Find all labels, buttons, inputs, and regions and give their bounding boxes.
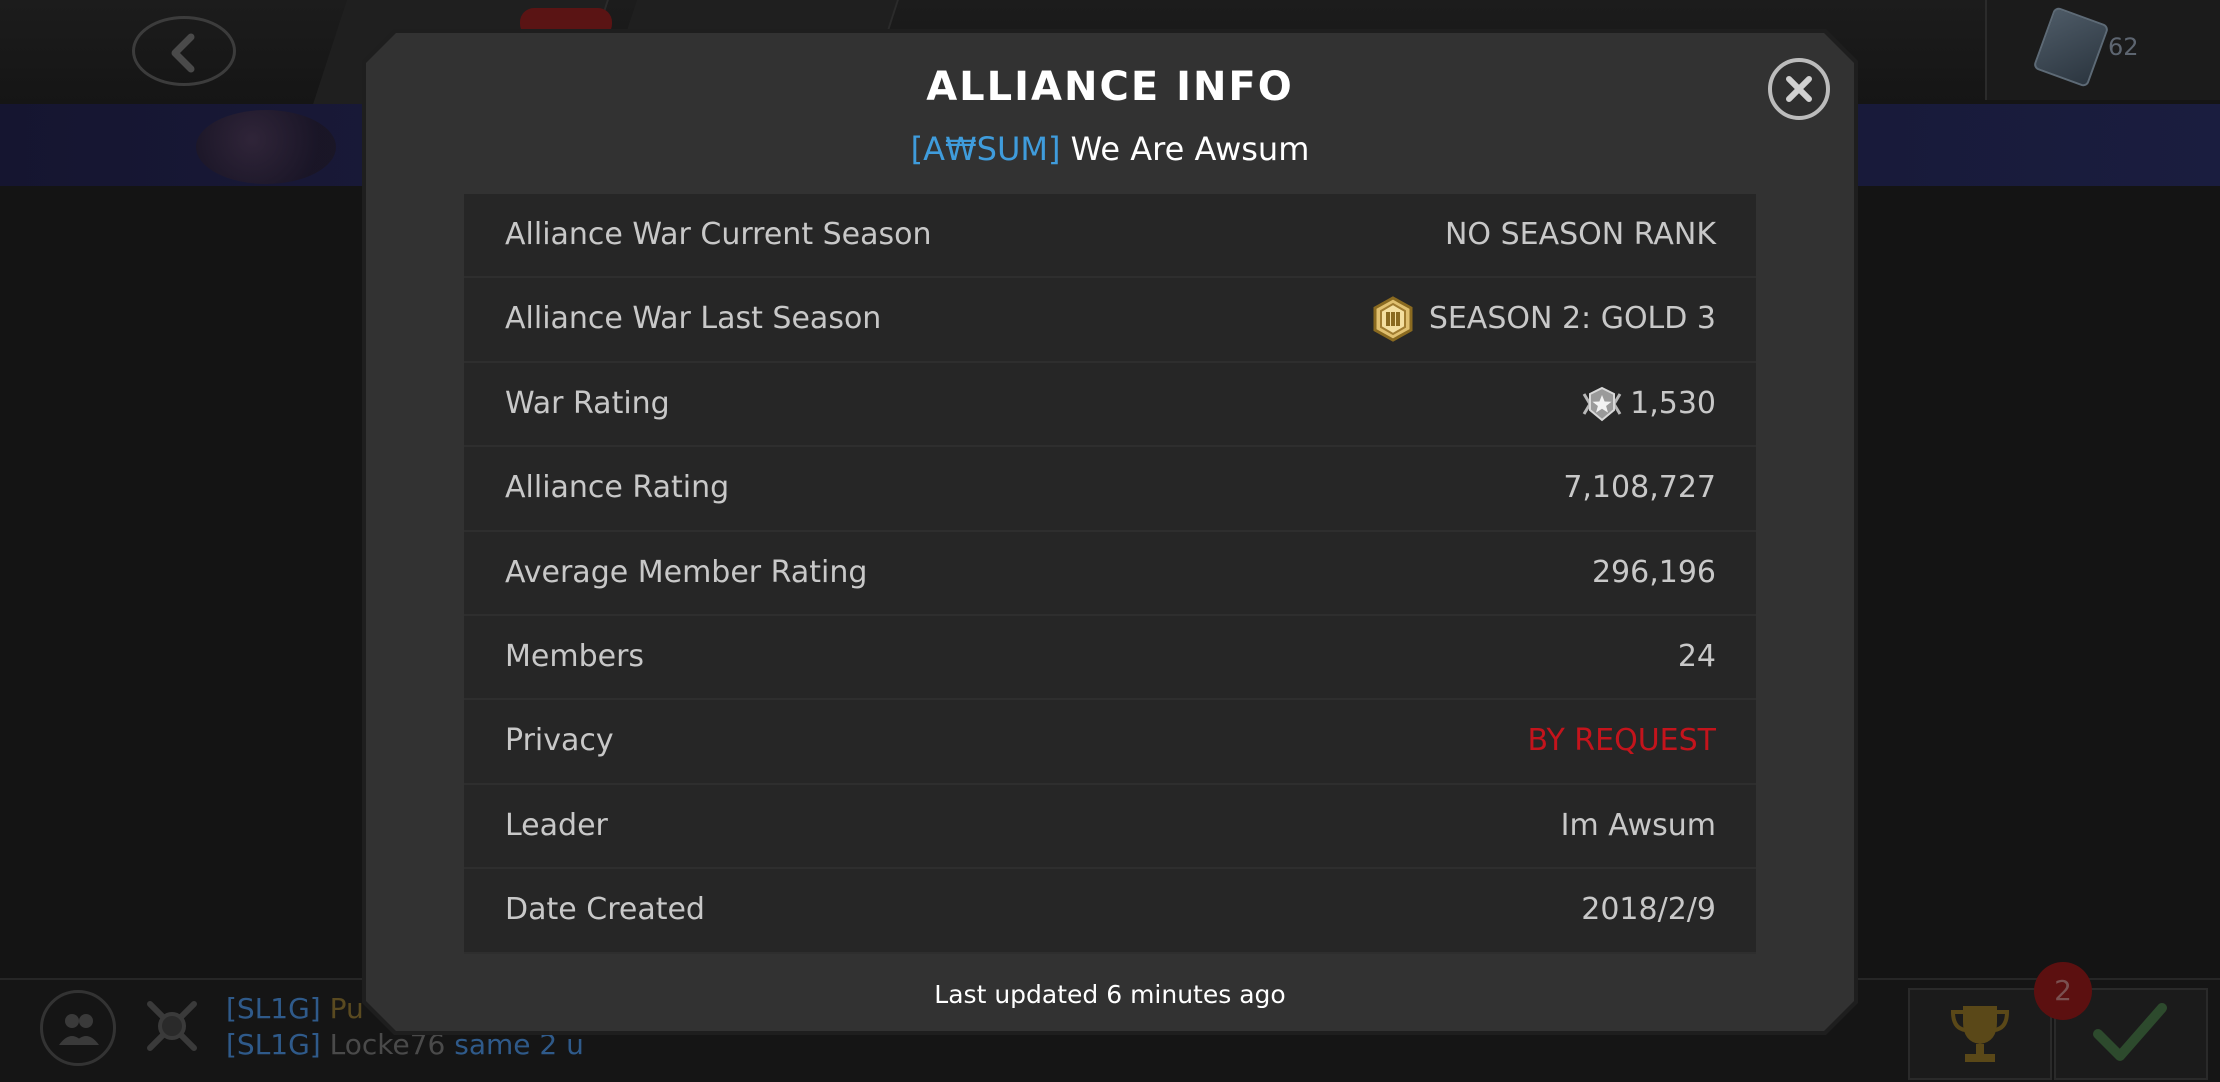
row-value-wrap: 1,530	[1580, 363, 1716, 445]
leader-name[interactable]: Im Awsum	[1561, 785, 1716, 867]
row-label: Leader	[505, 807, 608, 843]
row-value: SEASON 2: GOLD 3	[1428, 301, 1716, 337]
row-label: Alliance Rating	[505, 470, 730, 506]
info-row-current-season: Alliance War Current Season NO SEASON RA…	[464, 194, 1756, 279]
alliance-info-table: Alliance War Current Season NO SEASON RA…	[464, 194, 1756, 954]
row-label: War Rating	[505, 385, 670, 421]
row-value: 2018/2/9	[1581, 892, 1716, 928]
row-value: 1,530	[1630, 385, 1716, 421]
row-value: 7,108,727	[1563, 470, 1716, 506]
info-row-leader: Leader Im Awsum	[464, 785, 1756, 870]
row-value-wrap: SEASON 2: GOLD 3	[1371, 278, 1716, 360]
alliance-name-text: We Are Awsum	[1070, 130, 1310, 168]
info-row-average-member-rating: Average Member Rating 296,196	[464, 532, 1756, 616]
row-label: Alliance War Current Season	[505, 217, 932, 252]
close-icon	[1786, 76, 1812, 102]
chat-tag: [SL1G]	[226, 1028, 321, 1061]
info-row-last-season: Alliance War Last Season SEASON 2: GOLD …	[464, 278, 1756, 363]
row-value: NO SEASON RANK	[1444, 217, 1716, 252]
info-row-date-created: Date Created 2018/2/9	[464, 869, 1756, 954]
row-label: Members	[505, 638, 645, 674]
alliance-name: [A₩SUM] We Are Awsum	[0, 130, 2220, 168]
dialog-title: ALLIANCE INFO	[926, 64, 1294, 110]
crystal-count: 62	[2108, 33, 2139, 61]
row-value: 296,196	[1591, 554, 1716, 590]
row-label: Alliance War Last Season	[505, 301, 882, 337]
row-label: Average Member Rating	[505, 554, 868, 590]
close-button[interactable]	[1768, 58, 1830, 120]
last-updated-text: Last updated 6 minutes ago	[934, 980, 1286, 1009]
war-rating-emblem-icon	[1580, 384, 1624, 424]
privacy-value: BY REQUEST	[1527, 723, 1717, 759]
people-icon	[59, 1014, 99, 1045]
info-row-alliance-rating: Alliance Rating 7,108,727	[464, 447, 1756, 532]
row-label: Date Created	[505, 892, 705, 928]
info-row-war-rating: War Rating 1,530	[464, 363, 1756, 448]
alliance-tag: [A₩SUM]	[910, 130, 1061, 168]
row-value: 24	[1677, 638, 1716, 674]
info-row-privacy: Privacy BY REQUEST	[464, 700, 1756, 785]
info-row-members: Members 24	[464, 616, 1756, 701]
row-label: Privacy	[505, 723, 614, 759]
gold-tier-badge-icon	[1371, 296, 1415, 343]
